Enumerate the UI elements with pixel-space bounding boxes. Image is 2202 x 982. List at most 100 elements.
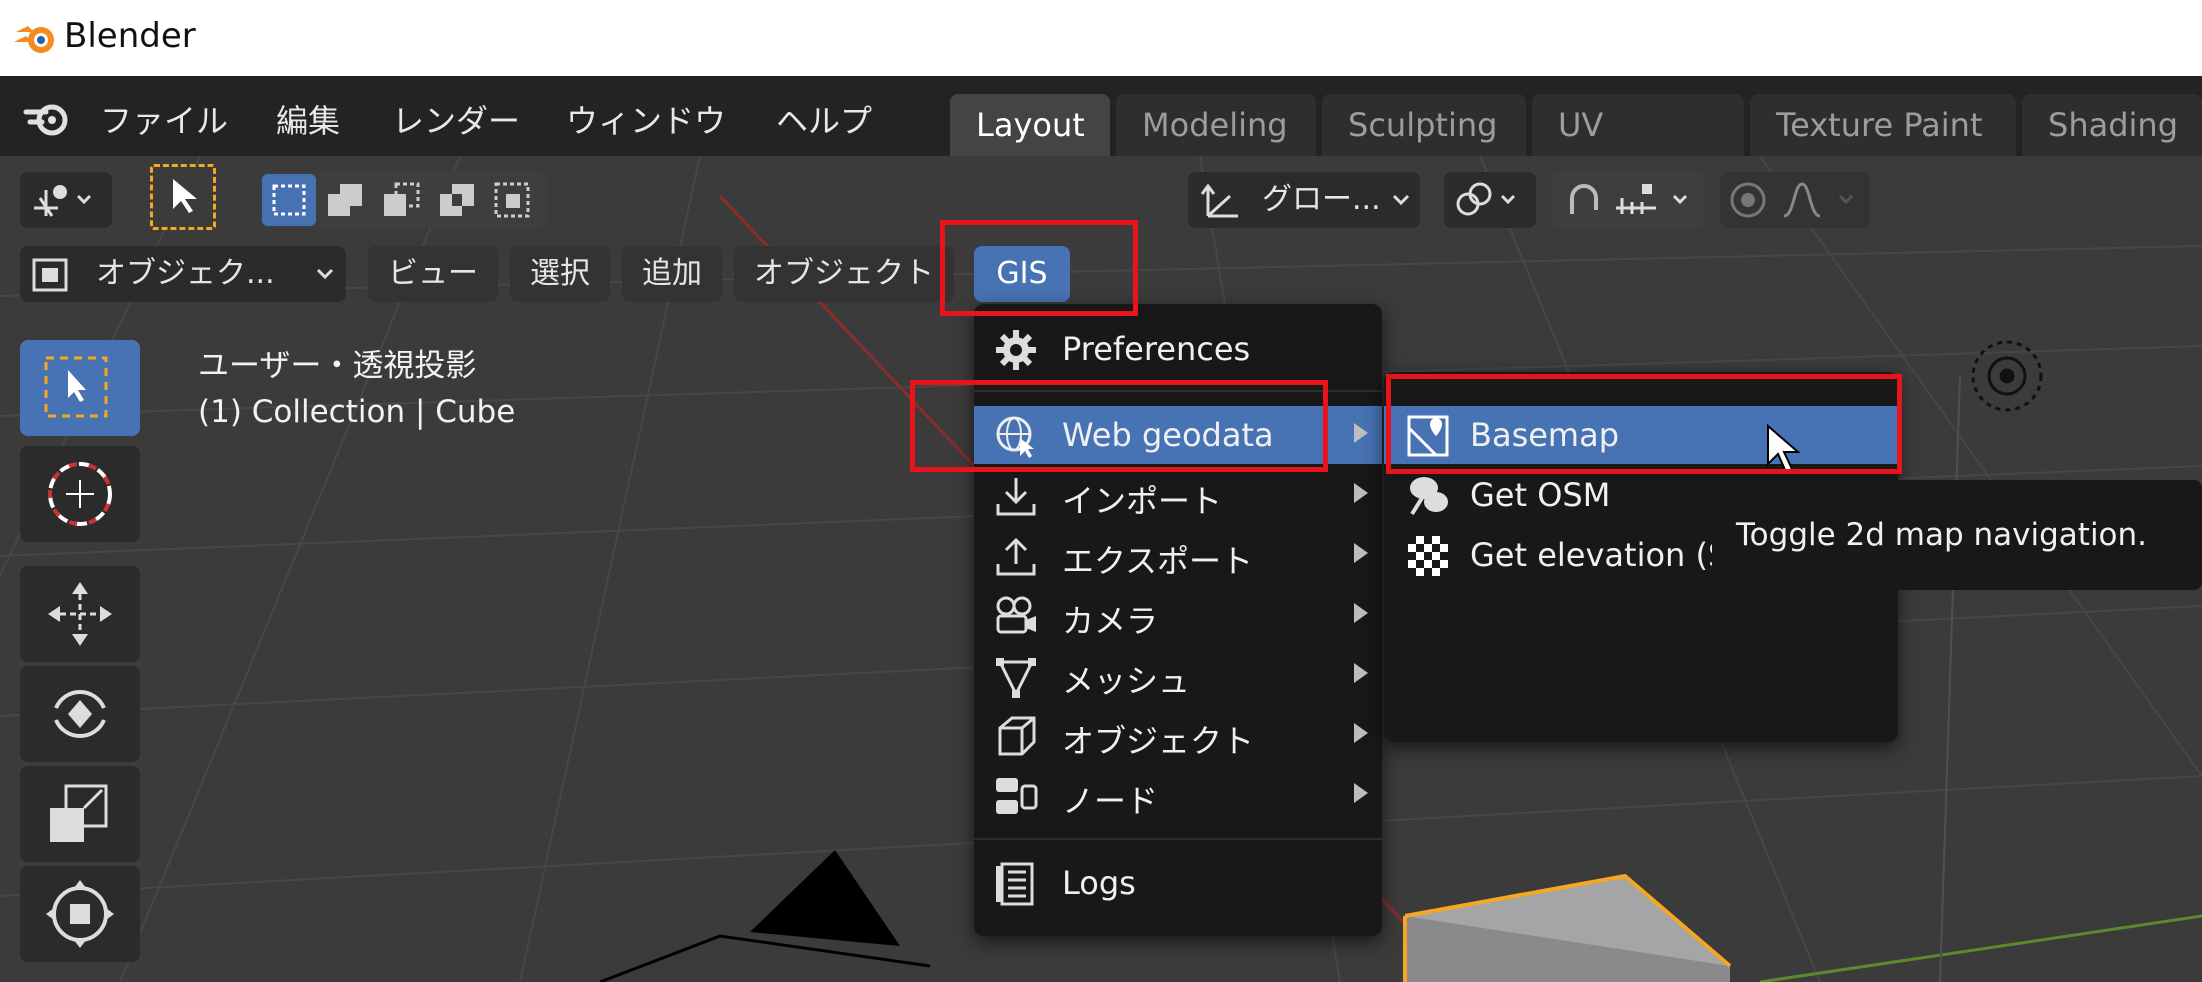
tracking-icon (34, 185, 92, 217)
tool-rotate[interactable] (20, 666, 140, 762)
tool-move[interactable] (20, 566, 140, 662)
snap-group (1552, 172, 1704, 228)
select-mode-group (260, 172, 546, 228)
select-subtract-icon[interactable] (382, 182, 422, 218)
pivot-icon (1456, 182, 1516, 216)
menu-window[interactable]: ウィンドウ (566, 96, 726, 142)
scale-icon (50, 784, 108, 842)
menu-view[interactable]: ビュー (368, 246, 498, 302)
menu-separator (974, 838, 1382, 840)
transform-orientation-value: グロー... (1262, 182, 1381, 217)
snap-increment-icon[interactable] (1612, 180, 1698, 220)
tab-uv-editing[interactable]: UV Editing (1532, 94, 1744, 206)
tab-modeling[interactable]: Modeling (1116, 94, 1316, 156)
falloff-icon[interactable] (1780, 180, 1864, 220)
menu-item-label: インポート (1062, 482, 1223, 520)
camera-object (599, 850, 931, 982)
menu-item-label: Get OSM (1470, 476, 1611, 514)
submenu-arrow-icon (1354, 783, 1368, 803)
move-icon (48, 582, 112, 646)
submenu-arrow-icon (1354, 543, 1368, 563)
submenu-arrow-icon (1354, 483, 1368, 503)
menu-item-mesh[interactable]: メッシュ (974, 646, 1382, 704)
view-name: ユーザー・透視投影 (198, 348, 477, 384)
menu-object[interactable]: オブジェクト (734, 246, 954, 302)
tab-layout[interactable]: Layout (950, 94, 1110, 156)
select-box-tool-icon (44, 356, 108, 418)
submenu-arrow-icon (1354, 663, 1368, 683)
node-icon (996, 778, 1038, 814)
annotation-box-basemap (1386, 374, 1902, 474)
menu-item-label: Preferences (1062, 330, 1251, 368)
menu-item-import[interactable]: インポート (974, 466, 1382, 524)
select-box-icon (272, 184, 306, 216)
select-cursor-tool[interactable] (150, 164, 216, 230)
window-title: Blender (64, 16, 196, 56)
rotate-icon (54, 690, 106, 738)
menu-item-preferences[interactable]: Preferences (974, 320, 1382, 378)
menu-item-label: ノード (1062, 782, 1159, 820)
menu-help[interactable]: ヘルプ (776, 96, 872, 142)
orientation-icon (1200, 183, 1238, 218)
select-intersect-icon[interactable] (494, 182, 534, 218)
logs-icon (996, 862, 1034, 906)
interaction-mode-value: オブジェク... (96, 256, 275, 291)
tracking-dropdown[interactable] (20, 172, 112, 228)
tool-cursor[interactable] (20, 446, 140, 542)
blender-menu-icon[interactable] (22, 92, 72, 142)
gear-icon (996, 330, 1036, 370)
chevron-down-icon (1392, 194, 1410, 206)
menu-item-label: Logs (1062, 864, 1136, 902)
annotation-box-gis (940, 220, 1138, 316)
mesh-icon (996, 658, 1036, 698)
transform-icon (46, 880, 114, 948)
tool-select-box[interactable] (20, 340, 140, 436)
menu-add[interactable]: 追加 (622, 246, 722, 302)
menu-edit[interactable]: 編集 (276, 96, 340, 142)
import-icon (996, 478, 1036, 516)
pivot-point-dropdown[interactable] (1444, 172, 1536, 228)
tool-scale[interactable] (20, 766, 140, 862)
menu-item-logs[interactable]: Logs (974, 854, 1382, 912)
chevron-down-icon (316, 268, 334, 280)
select-extend-icon[interactable] (326, 182, 366, 218)
interaction-mode-dropdown[interactable]: オブジェク... (20, 246, 346, 302)
submenu-arrow-icon (1354, 603, 1368, 623)
menu-item-export[interactable]: エクスポート (974, 526, 1382, 584)
menu-item-camera[interactable]: カメラ (974, 586, 1382, 644)
export-icon (996, 537, 1036, 576)
menu-item-node[interactable]: ノード (974, 766, 1382, 824)
tab-sculpting[interactable]: Sculpting (1322, 94, 1526, 156)
annotation-box-web-geodata (910, 380, 1328, 472)
menu-item-label: エクスポート (1062, 542, 1254, 580)
menu-render[interactable]: レンダー (392, 96, 520, 142)
collection-info: (1) Collection | Cube (198, 394, 516, 430)
checker-icon (1408, 536, 1448, 576)
object-mode-icon (32, 258, 68, 292)
transform-orientation-dropdown[interactable]: グロー... (1188, 172, 1420, 228)
camera-icon (996, 596, 1036, 634)
proportional-edit-group (1720, 172, 1870, 228)
top-menubar: ファイル 編集 レンダー ウィンドウ ヘルプ Layout Modeling S… (0, 76, 2202, 206)
tooltip: Toggle 2d map navigation. (1712, 480, 2202, 590)
select-cursor-icon (173, 179, 197, 213)
menu-item-label: メッシュ (1062, 662, 1191, 700)
tab-texture-paint[interactable]: Texture Paint (1750, 94, 2016, 156)
submenu-arrow-icon (1354, 423, 1368, 443)
cube-object (1403, 873, 1732, 982)
select-difference-icon[interactable] (438, 182, 478, 218)
tab-shading[interactable]: Shading (2022, 94, 2202, 156)
select-box-button[interactable] (262, 174, 316, 226)
menu-item-label: オブジェクト (1062, 722, 1255, 760)
proportional-edit-icon[interactable] (1728, 180, 1768, 220)
cursor-tool-icon (48, 462, 112, 526)
blender-logo-icon (14, 26, 54, 53)
cube-icon (998, 716, 1036, 756)
window-titlebar: Blender (0, 0, 2202, 76)
submenu-arrow-icon (1354, 723, 1368, 743)
tool-transform[interactable] (20, 866, 140, 962)
menu-select[interactable]: 選択 (510, 246, 610, 302)
menu-file[interactable]: ファイル (100, 96, 228, 142)
snap-icon[interactable] (1562, 180, 1602, 220)
menu-item-object[interactable]: オブジェクト (974, 706, 1382, 764)
